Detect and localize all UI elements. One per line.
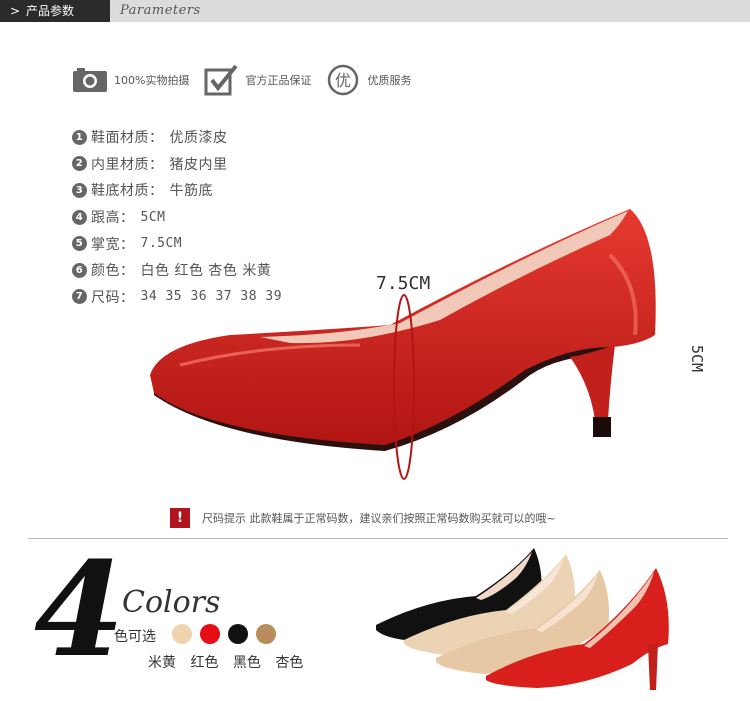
- spec-value: 优质漆皮: [169, 130, 228, 147]
- swatch-black: [228, 624, 248, 644]
- camera-icon: [72, 65, 108, 95]
- quality-icon: 优: [325, 64, 361, 96]
- spec-number: 2: [72, 156, 87, 172]
- spec-label: 鞋面材质：: [91, 130, 164, 147]
- spec-label: 尺码：: [91, 289, 135, 306]
- size-tip-text: 尺码提示 此款鞋属于正常码数，建议亲们按照正常码数购买就可以的哦~: [202, 512, 556, 525]
- color-name: 红色: [190, 655, 219, 671]
- spec-label: 内里材质：: [91, 156, 164, 173]
- swatch-apricot: [256, 624, 276, 644]
- badge-real-photo: 100%实物拍摄: [72, 65, 189, 95]
- color-name: 黑色: [232, 655, 261, 671]
- badge-label: 100%实物拍摄: [114, 74, 190, 87]
- spec-value: 猪皮内里: [169, 156, 228, 173]
- swatch-beige: [172, 624, 192, 644]
- color-count: 4: [34, 533, 125, 686]
- spec-label: 掌宽：: [91, 236, 135, 253]
- spec-label: 颜色：: [91, 263, 135, 280]
- color-name: 杏色: [275, 655, 304, 671]
- header-bar: [0, 0, 750, 22]
- four-color-shoes-image: [376, 548, 669, 690]
- chevron-right-icon: >: [10, 4, 21, 18]
- badge-label: 优质服务: [367, 74, 412, 87]
- quality-glyph: 优: [335, 71, 351, 90]
- height-dimension-label: 5CM: [688, 345, 706, 373]
- badge-service: 优 优质服务: [325, 64, 412, 96]
- warning-icon: !: [170, 508, 190, 528]
- swatch-red: [200, 624, 220, 644]
- section-title: 产品参数: [26, 4, 75, 18]
- badge-label: 官方正品保证: [245, 74, 312, 87]
- spec-lining-material: 2 内里材质： 猪皮内里: [72, 151, 282, 178]
- spec-number: 6: [72, 262, 87, 278]
- spec-upper-material: 1 鞋面材质： 优质漆皮: [72, 124, 282, 151]
- section-tag: > 产品参数: [0, 0, 110, 22]
- spec-label: 跟高：: [91, 210, 135, 227]
- section-subtitle: Parameters: [120, 3, 201, 18]
- spec-number: 3: [72, 182, 87, 198]
- spec-number: 1: [72, 129, 87, 145]
- spec-number: 7: [72, 289, 87, 305]
- red-pump-shoe-image: [150, 209, 656, 480]
- checkmark-icon: [203, 64, 239, 96]
- divider: [28, 538, 728, 539]
- width-dimension-label: 7.5CM: [376, 273, 431, 294]
- spec-number: 4: [72, 209, 87, 225]
- color-name: 米黄: [148, 655, 176, 671]
- spec-number: 5: [72, 236, 87, 252]
- colors-subheading: 色可选: [114, 629, 156, 645]
- service-badges: 100%实物拍摄 官方正品保证 优 优质服务: [72, 62, 425, 98]
- size-tip: ! 尺码提示 此款鞋属于正常码数，建议亲们按照正常码数购买就可以的哦~: [170, 508, 556, 528]
- colors-heading: Colors: [122, 585, 221, 620]
- color-swatches: [172, 624, 284, 644]
- color-names: 米黄 红色 黑色 杏色: [148, 652, 309, 672]
- badge-genuine: 官方正品保证: [203, 64, 312, 96]
